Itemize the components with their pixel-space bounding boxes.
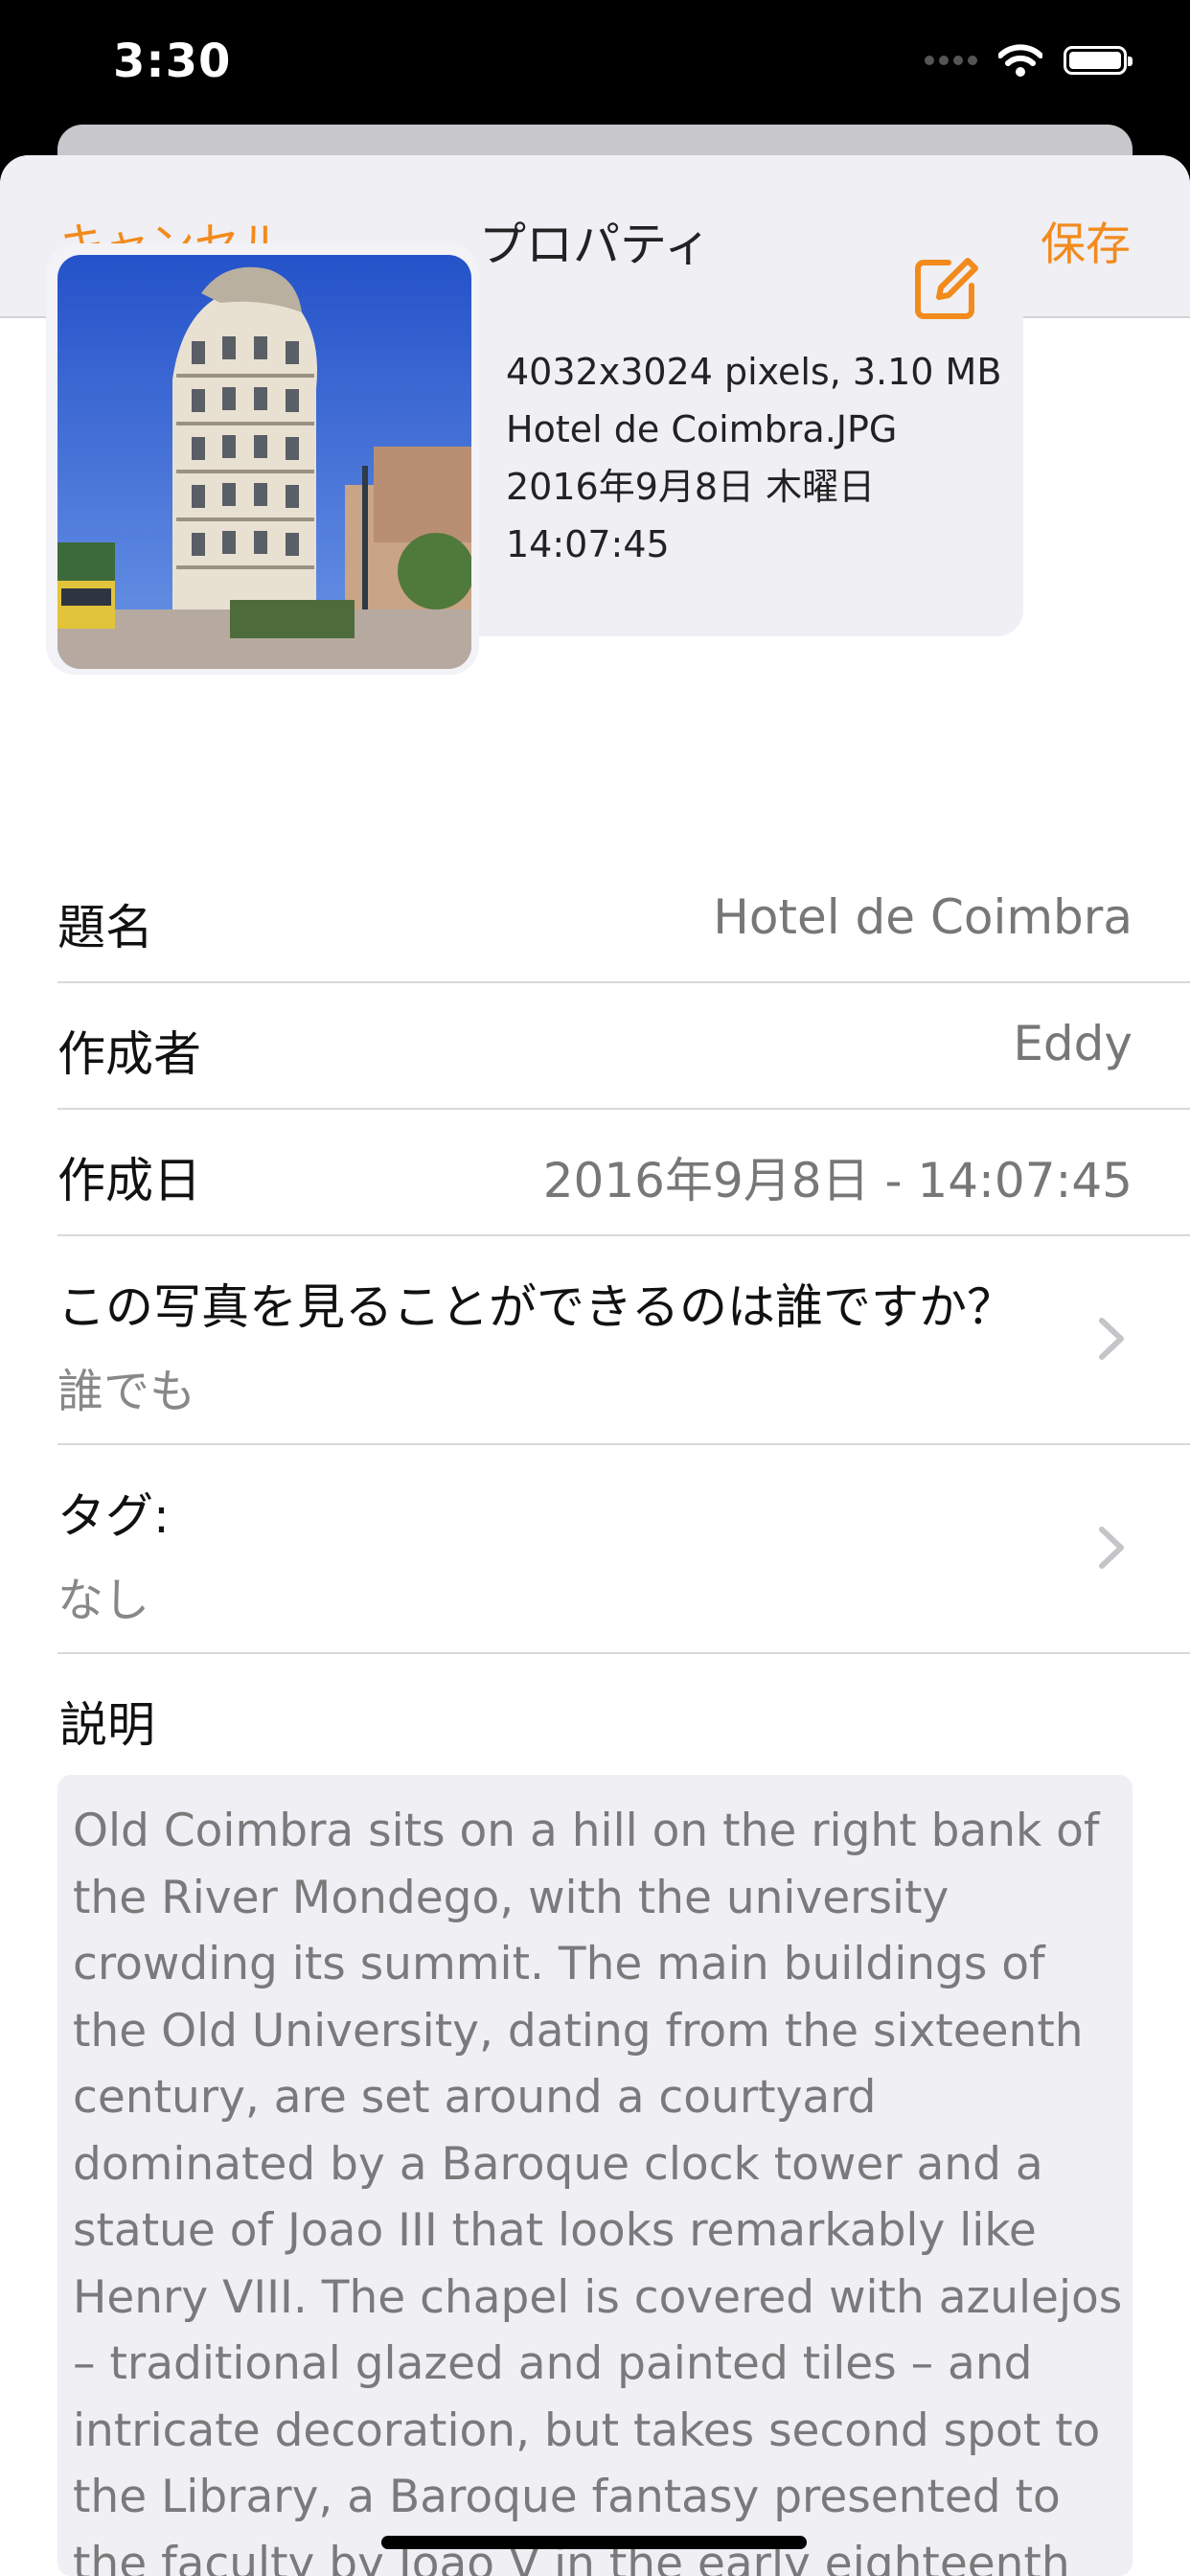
description-text[interactable]: Old Coimbra sits on a hill on the right …	[73, 1798, 1127, 2576]
chevron-right-icon	[1099, 1318, 1124, 1360]
visibility-label: この写真を見ることができるのは誰ですか？	[57, 1279, 1015, 1335]
hotel-photo-image	[57, 255, 471, 669]
tags-label: タグ:	[57, 1488, 170, 1544]
description-field[interactable]: Old Coimbra sits on a hill on the right …	[57, 1775, 1133, 2576]
photo-thumbnail[interactable]	[57, 255, 471, 669]
photo-dimensions: 4032x3024 pixels, 3.10 MB	[506, 351, 1002, 393]
title-value[interactable]: Hotel de Coimbra	[713, 889, 1133, 945]
date-row[interactable]: 作成日 2016年9月8日 - 14:07:45	[57, 1108, 1190, 1236]
cellular-signal-icon	[925, 56, 977, 65]
save-button[interactable]: 保存	[1041, 207, 1131, 273]
visibility-value: 誰でも	[57, 1365, 196, 1418]
date-label: 作成日	[57, 1153, 201, 1208]
photo-filename: Hotel de Coimbra.JPG	[506, 408, 898, 450]
author-label: 作成者	[57, 1026, 201, 1082]
date-value[interactable]: 2016年9月8日 - 14:07:45	[543, 1142, 1133, 1211]
battery-icon	[1064, 46, 1133, 75]
description-label: 説明	[59, 1697, 155, 1753]
chevron-right-icon	[1099, 1527, 1124, 1569]
title-label: 題名	[57, 900, 153, 955]
tags-value: なし	[57, 1574, 150, 1627]
photo-info: 4032x3024 pixels, 3.10 MB Hotel de Coimb…	[506, 343, 1001, 573]
wifi-icon	[998, 44, 1042, 77]
tags-row[interactable]: タグ: なし	[57, 1443, 1190, 1654]
home-indicator[interactable]	[381, 2536, 807, 2549]
photo-date: 2016年9月8日 木曜日	[506, 466, 876, 508]
title-row[interactable]: 題名 Hotel de Coimbra	[57, 855, 1190, 983]
edit-icon[interactable]	[910, 253, 981, 324]
status-bar: 3:30	[0, 0, 1190, 125]
status-time: 3:30	[113, 34, 232, 88]
visibility-row[interactable]: この写真を見ることができるのは誰ですか？ 誰でも	[57, 1234, 1190, 1445]
photo-time: 14:07:45	[506, 523, 670, 565]
author-row[interactable]: 作成者 Eddy	[57, 981, 1190, 1110]
status-icons	[925, 44, 1133, 77]
author-value[interactable]: Eddy	[1013, 1016, 1133, 1071]
